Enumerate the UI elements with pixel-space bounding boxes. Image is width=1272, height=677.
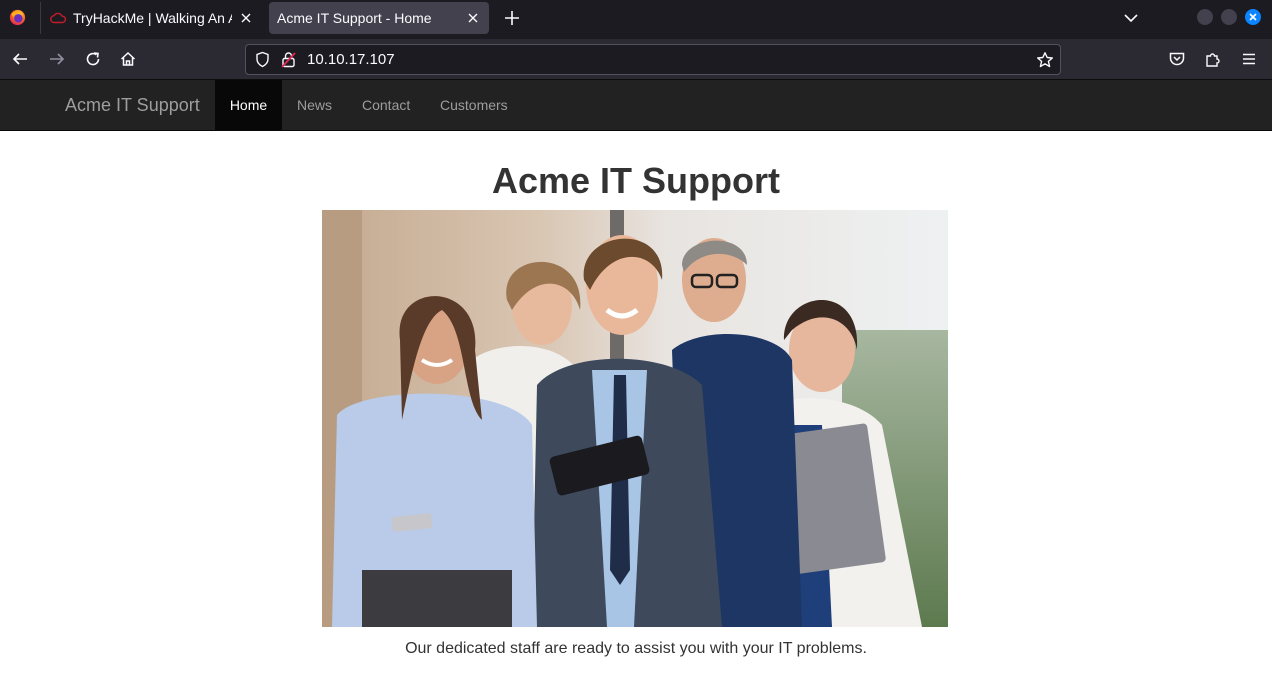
tab-acme-home[interactable]: Acme IT Support - Home bbox=[269, 2, 489, 34]
browser-toolbar: 10.10.17.107 bbox=[0, 39, 1272, 80]
pocket-icon[interactable] bbox=[1168, 50, 1186, 68]
team-photo-illustration bbox=[322, 210, 948, 627]
chevron-down-icon[interactable] bbox=[1122, 9, 1140, 27]
back-arrow-icon[interactable] bbox=[11, 50, 29, 68]
close-tab-icon[interactable] bbox=[465, 10, 481, 26]
reload-icon[interactable] bbox=[84, 50, 102, 68]
nav-item-home[interactable]: Home bbox=[215, 80, 282, 130]
url-text[interactable]: 10.10.17.107 bbox=[307, 51, 395, 68]
page-title: Acme IT Support bbox=[491, 160, 781, 201]
close-icon bbox=[1249, 13, 1257, 21]
home-icon[interactable] bbox=[119, 50, 137, 68]
bookmark-star-icon[interactable] bbox=[1036, 51, 1054, 69]
site-brand-link[interactable]: Acme IT Support bbox=[65, 95, 200, 115]
hero-caption: Our dedicated staff are ready to assist … bbox=[405, 640, 867, 657]
team-photo bbox=[322, 210, 948, 627]
site-navbar: Acme IT Support Home News Contact Custom… bbox=[0, 80, 1272, 131]
maximize-window-button[interactable] bbox=[1221, 9, 1237, 25]
minimize-window-button[interactable] bbox=[1197, 9, 1213, 25]
nav-item-customers[interactable]: Customers bbox=[425, 80, 523, 130]
extensions-puzzle-icon[interactable] bbox=[1204, 50, 1222, 68]
tab-title: TryHackMe | Walking An Application bbox=[73, 10, 232, 26]
hamburger-menu-icon[interactable] bbox=[1240, 50, 1258, 68]
new-tab-plus-icon[interactable] bbox=[503, 9, 521, 27]
tab-title: Acme IT Support - Home bbox=[277, 10, 432, 26]
browser-tab-bar: TryHackMe | Walking An Application Acme … bbox=[0, 0, 1272, 39]
close-tab-icon[interactable] bbox=[238, 10, 254, 26]
url-bar[interactable]: 10.10.17.107 bbox=[245, 44, 1061, 75]
firefox-icon[interactable] bbox=[9, 9, 26, 26]
close-window-button[interactable] bbox=[1245, 9, 1261, 25]
nav-item-news[interactable]: News bbox=[282, 80, 347, 130]
tab-tryhackme[interactable]: TryHackMe | Walking An Application bbox=[40, 2, 262, 34]
forward-arrow-icon[interactable] bbox=[48, 50, 66, 68]
tryhackme-cloud-icon bbox=[50, 12, 67, 24]
tracking-shield-icon[interactable] bbox=[254, 51, 271, 68]
insecure-lock-icon[interactable] bbox=[281, 51, 296, 68]
nav-item-contact[interactable]: Contact bbox=[347, 80, 425, 130]
